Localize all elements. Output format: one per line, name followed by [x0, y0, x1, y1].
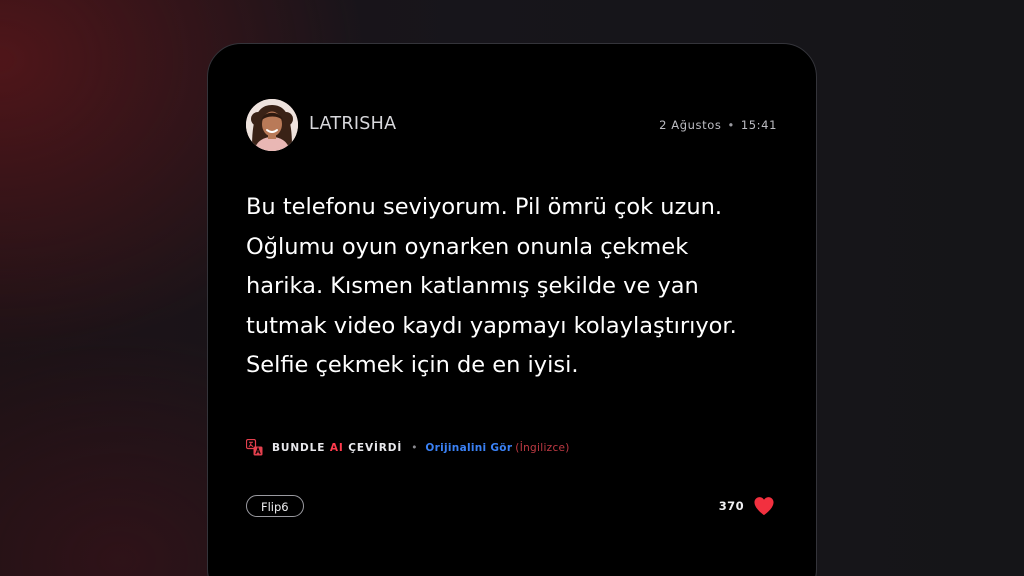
avatar[interactable]	[246, 99, 298, 151]
review-line: Oğlumu oyun oynarken onunla çekmek	[246, 233, 689, 260]
heart-icon[interactable]	[753, 496, 775, 516]
translate-icon	[246, 439, 263, 456]
post-date: 2 Ağustos	[659, 118, 722, 132]
review-line: harika. Kısmen katlanmış şekilde ve yan	[246, 273, 699, 299]
avatar-image	[246, 99, 298, 151]
review-text: Bu telefonu seviyorum. Pil ömrü çok uzun…	[246, 188, 791, 386]
like-count: 370	[718, 499, 744, 513]
translated-by-ai: AI	[329, 441, 344, 454]
translated-by-verb: ÇEVİRDİ	[348, 441, 403, 454]
product-tag[interactable]: Flip6	[246, 495, 304, 517]
original-language: (İngilizce)	[515, 441, 570, 454]
timestamp-separator: •	[727, 118, 735, 132]
like-counter: 370	[719, 496, 775, 516]
review-card: LATRISHA 2 Ağustos • 15:41 Bu telefonu sev…	[207, 43, 817, 576]
translated-by-label: BUNDLE AI ÇEVİRDİ	[272, 442, 402, 454]
review-line: Bu telefonu seviyorum. Pil ömrü çok uzun…	[246, 194, 723, 220]
post-time: 15:41	[740, 118, 777, 132]
review-line: Selfie çekmek için de en iyisi.	[246, 352, 579, 378]
translation-separator: •	[411, 441, 418, 454]
review-line: tutmak video kaydı yapmayı kolaylaştırıy…	[246, 312, 737, 339]
translation-info: BUNDLE AI ÇEVİRDİ • Orijinalini Gör (İng…	[246, 439, 570, 456]
translated-by-bundle: BUNDLE	[272, 441, 326, 454]
post-timestamp: 2 Ağustos • 15:41	[659, 118, 777, 132]
username[interactable]: LATRISHA	[309, 114, 396, 134]
view-original-link[interactable]: Orijinalini Gör	[425, 442, 512, 454]
